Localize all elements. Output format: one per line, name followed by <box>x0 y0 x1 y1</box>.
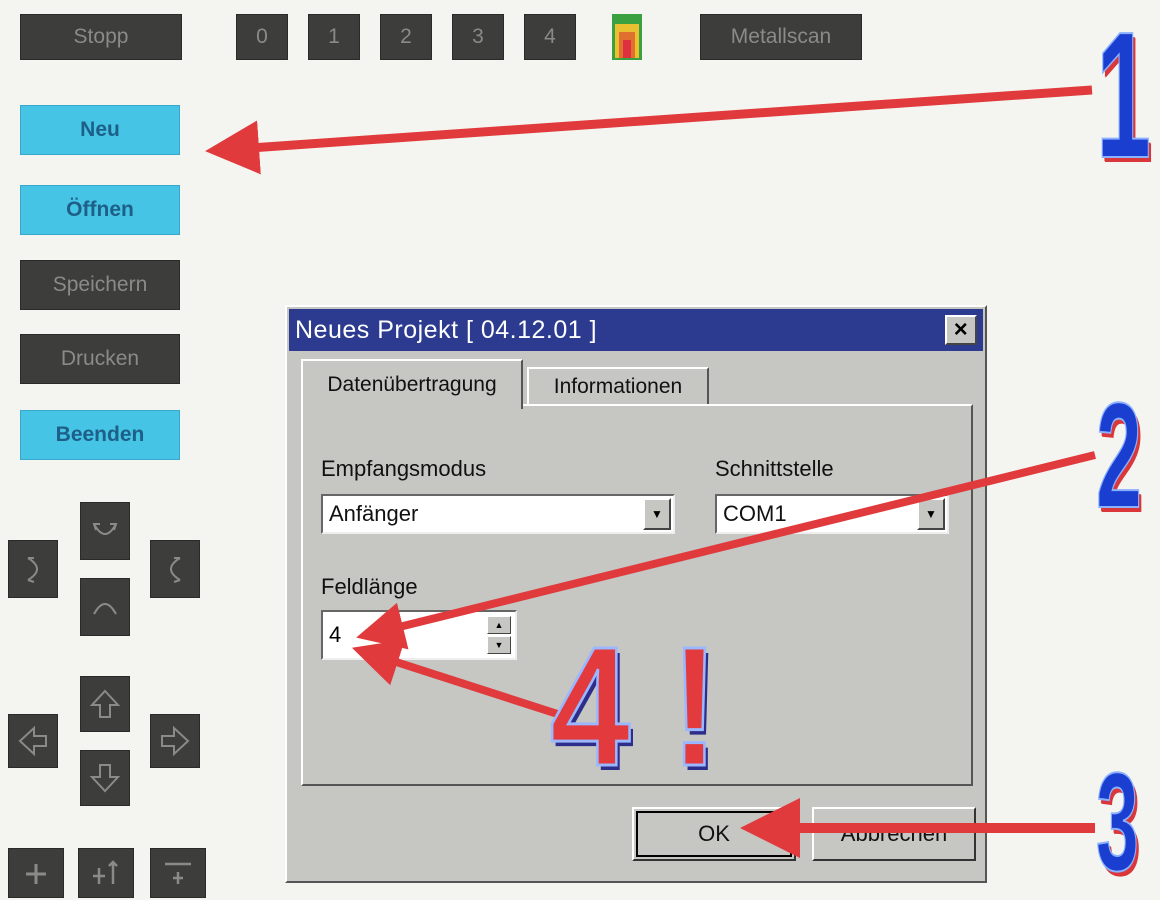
annotation-big-four: 4 ! <box>549 612 720 802</box>
chevron-down-icon[interactable]: ▼ <box>917 498 945 530</box>
spin-down-icon[interactable]: ▼ <box>487 636 511 654</box>
metalscan-button[interactable]: Metallscan <box>700 14 862 60</box>
num-button-4[interactable]: 4 <box>524 14 576 60</box>
arrow-right-icon <box>161 725 190 757</box>
annotation-number-3: 3 <box>1095 743 1139 900</box>
zoom-out-icon <box>165 862 191 884</box>
save-button[interactable]: Speichern <box>20 260 180 310</box>
length-spinbox[interactable]: 4 ▲ ▼ <box>321 610 517 660</box>
num-button-1[interactable]: 1 <box>308 14 360 60</box>
annotation-number-2: 2 <box>1095 371 1142 539</box>
print-button[interactable]: Drucken <box>20 334 180 384</box>
tab-data-transfer[interactable]: Datenübertragung <box>301 359 523 409</box>
zoom-in-icon <box>26 864 46 884</box>
ok-button[interactable]: OK <box>632 807 796 861</box>
mode-label: Empfangsmodus <box>321 456 487 481</box>
close-button[interactable]: × <box>945 315 977 345</box>
arrow-left-icon <box>18 725 47 757</box>
stop-button[interactable]: Stopp <box>20 14 182 60</box>
dialog-title: Neues Projekt [ 04.12.01 ] <box>295 315 598 344</box>
move-right-button[interactable] <box>150 714 200 768</box>
new-button[interactable]: Neu <box>20 105 180 155</box>
arrow-down-icon <box>89 764 121 793</box>
dialog-titlebar[interactable]: Neues Projekt [ 04.12.01 ] × <box>289 309 983 351</box>
rotate-right-button[interactable] <box>150 540 200 598</box>
rotate-up-icon <box>92 523 118 535</box>
scale-up-icon <box>93 860 118 884</box>
num-button-3[interactable]: 3 <box>452 14 504 60</box>
move-left-button[interactable] <box>8 714 58 768</box>
mode-value: Anfänger <box>329 501 419 526</box>
spin-up-icon[interactable]: ▲ <box>487 616 511 634</box>
rotate-right-icon <box>170 557 181 583</box>
cancel-button[interactable]: Abbrechen <box>812 807 976 861</box>
port-label: Schnittstelle <box>715 456 834 481</box>
port-select[interactable]: COM1 ▼ <box>715 494 949 534</box>
rotate-down-icon <box>93 603 117 615</box>
open-button[interactable]: Öffnen <box>20 185 180 235</box>
chevron-down-icon[interactable]: ▼ <box>643 498 671 530</box>
heatmap-icon[interactable] <box>612 14 642 60</box>
port-value: COM1 <box>723 501 787 526</box>
length-label: Feldlänge <box>321 574 418 599</box>
rotate-left-icon <box>27 557 38 583</box>
arrow-up-icon <box>89 689 121 718</box>
rotate-left-button[interactable] <box>8 540 58 598</box>
annotation-number-1: 1 <box>1095 0 1152 196</box>
num-button-2[interactable]: 2 <box>380 14 432 60</box>
move-down-button[interactable] <box>80 750 130 806</box>
move-up-button[interactable] <box>80 676 130 732</box>
mode-select[interactable]: Anfänger ▼ <box>321 494 675 534</box>
rotate-down-button[interactable] <box>80 578 130 636</box>
rotate-up-button[interactable] <box>80 502 130 560</box>
num-button-0[interactable]: 0 <box>236 14 288 60</box>
arrow-to-new <box>205 85 1093 175</box>
exit-button[interactable]: Beenden <box>20 410 180 460</box>
length-value[interactable]: 4 <box>329 622 341 648</box>
tab-information[interactable]: Informationen <box>527 367 709 405</box>
